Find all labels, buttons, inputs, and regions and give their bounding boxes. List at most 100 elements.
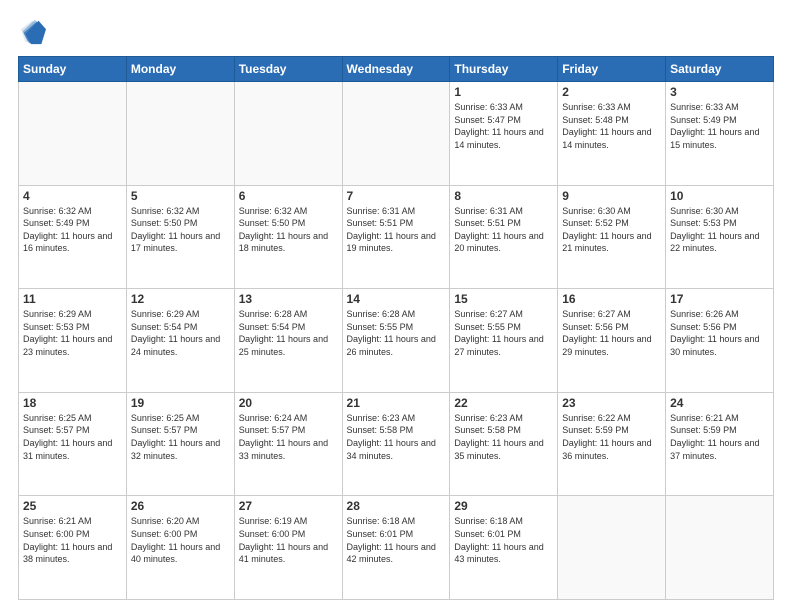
day-info: Sunrise: 6:32 AM Sunset: 5:49 PM Dayligh…	[23, 205, 122, 255]
day-info: Sunrise: 6:32 AM Sunset: 5:50 PM Dayligh…	[131, 205, 230, 255]
calendar-cell: 4 Sunrise: 6:32 AM Sunset: 5:49 PM Daylig…	[19, 185, 127, 289]
page: SundayMondayTuesdayWednesdayThursdayFrid…	[0, 0, 792, 612]
calendar-table: SundayMondayTuesdayWednesdayThursdayFrid…	[18, 56, 774, 600]
day-number: 6	[239, 189, 338, 203]
day-number: 11	[23, 292, 122, 306]
calendar-cell: 13Sunrise: 6:28 AM Sunset: 5:54 PM Dayli…	[234, 289, 342, 393]
header	[18, 18, 774, 46]
day-info: Sunrise: 6:21 AM Sunset: 6:00 PM Dayligh…	[23, 515, 122, 565]
day-number: 9	[562, 189, 661, 203]
calendar-day-header: Sunday	[19, 57, 127, 82]
calendar-week-row: 18Sunrise: 6:25 AM Sunset: 5:57 PM Dayli…	[19, 392, 774, 496]
calendar-cell: 17 Sunrise: 6:26 AM Sunset: 5:56 PM Dayli…	[666, 289, 774, 393]
calendar-cell: 14 Sunrise: 6:28 AM Sunset: 5:55 PM Dayli…	[342, 289, 450, 393]
calendar-cell: 22 Sunrise: 6:23 AM Sunset: 5:58 PM Dayli…	[450, 392, 558, 496]
calendar-day-header: Wednesday	[342, 57, 450, 82]
calendar-day-header: Tuesday	[234, 57, 342, 82]
day-number: 23	[562, 396, 661, 410]
day-number: 5	[131, 189, 230, 203]
day-number: 19	[131, 396, 230, 410]
calendar-week-row: 11 Sunrise: 6:29 AM Sunset: 5:53 PM Dayli…	[19, 289, 774, 393]
day-info: Sunrise: 6:31 AM Sunset: 5:51 PM Dayligh…	[347, 205, 446, 255]
calendar-cell	[126, 82, 234, 186]
calendar-cell: 26 Sunrise: 6:20 AM Sunset: 6:00 PM Dayli…	[126, 496, 234, 600]
calendar-cell: 12 Sunrise: 6:29 AM Sunset: 5:54 PM Dayli…	[126, 289, 234, 393]
calendar-cell: 9 Sunrise: 6:30 AM Sunset: 5:52 PM Daylig…	[558, 185, 666, 289]
calendar-cell: 27 Sunrise: 6:19 AM Sunset: 6:00 PM Dayli…	[234, 496, 342, 600]
day-info: Sunrise: 6:31 AM Sunset: 5:51 PM Dayligh…	[454, 205, 553, 255]
calendar-day-header: Thursday	[450, 57, 558, 82]
day-number: 15	[454, 292, 553, 306]
calendar-cell	[666, 496, 774, 600]
day-info: Sunrise: 6:26 AM Sunset: 5:56 PM Dayligh…	[670, 308, 769, 358]
day-number: 7	[347, 189, 446, 203]
day-number: 16	[562, 292, 661, 306]
day-info: Sunrise: 6:23 AM Sunset: 5:58 PM Dayligh…	[454, 412, 553, 462]
day-number: 29	[454, 499, 553, 513]
day-info: Sunrise: 6:25 AM Sunset: 5:57 PM Dayligh…	[23, 412, 122, 462]
logo	[18, 18, 50, 46]
day-info: Sunrise: 6:22 AM Sunset: 5:59 PM Dayligh…	[562, 412, 661, 462]
day-number: 20	[239, 396, 338, 410]
day-info: Sunrise: 6:18 AM Sunset: 6:01 PM Dayligh…	[454, 515, 553, 565]
calendar-cell: 11 Sunrise: 6:29 AM Sunset: 5:53 PM Dayli…	[19, 289, 127, 393]
calendar-cell: 21 Sunrise: 6:23 AM Sunset: 5:58 PM Dayli…	[342, 392, 450, 496]
calendar-cell: 8 Sunrise: 6:31 AM Sunset: 5:51 PM Daylig…	[450, 185, 558, 289]
day-number: 2	[562, 85, 661, 99]
day-info: Sunrise: 6:21 AM Sunset: 5:59 PM Dayligh…	[670, 412, 769, 462]
day-info: Sunrise: 6:28 AM Sunset: 5:55 PM Dayligh…	[347, 308, 446, 358]
day-info: Sunrise: 6:19 AM Sunset: 6:00 PM Dayligh…	[239, 515, 338, 565]
day-number: 28	[347, 499, 446, 513]
day-info: Sunrise: 6:33 AM Sunset: 5:47 PM Dayligh…	[454, 101, 553, 151]
calendar-cell: 20 Sunrise: 6:24 AM Sunset: 5:57 PM Dayli…	[234, 392, 342, 496]
logo-icon	[18, 18, 46, 46]
calendar-header-row: SundayMondayTuesdayWednesdayThursdayFrid…	[19, 57, 774, 82]
calendar-cell: 24 Sunrise: 6:21 AM Sunset: 5:59 PM Dayli…	[666, 392, 774, 496]
calendar-cell: 5 Sunrise: 6:32 AM Sunset: 5:50 PM Daylig…	[126, 185, 234, 289]
day-number: 25	[23, 499, 122, 513]
calendar-cell	[19, 82, 127, 186]
calendar-cell: 23 Sunrise: 6:22 AM Sunset: 5:59 PM Dayli…	[558, 392, 666, 496]
calendar-cell: 19 Sunrise: 6:25 AM Sunset: 5:57 PM Dayli…	[126, 392, 234, 496]
calendar-cell	[234, 82, 342, 186]
day-info: Sunrise: 6:28 AM Sunset: 5:54 PM Dayligh…	[239, 308, 338, 358]
calendar-cell: 16Sunrise: 6:27 AM Sunset: 5:56 PM Dayli…	[558, 289, 666, 393]
calendar-cell: 6 Sunrise: 6:32 AM Sunset: 5:50 PM Daylig…	[234, 185, 342, 289]
day-number: 3	[670, 85, 769, 99]
day-info: Sunrise: 6:32 AM Sunset: 5:50 PM Dayligh…	[239, 205, 338, 255]
calendar-cell: 2 Sunrise: 6:33 AM Sunset: 5:48 PM Daylig…	[558, 82, 666, 186]
calendar-cell: 25 Sunrise: 6:21 AM Sunset: 6:00 PM Dayli…	[19, 496, 127, 600]
day-info: Sunrise: 6:20 AM Sunset: 6:00 PM Dayligh…	[131, 515, 230, 565]
day-number: 22	[454, 396, 553, 410]
day-number: 12	[131, 292, 230, 306]
calendar-cell: 7 Sunrise: 6:31 AM Sunset: 5:51 PM Daylig…	[342, 185, 450, 289]
calendar-week-row: 4 Sunrise: 6:32 AM Sunset: 5:49 PM Daylig…	[19, 185, 774, 289]
day-info: Sunrise: 6:29 AM Sunset: 5:53 PM Dayligh…	[23, 308, 122, 358]
day-info: Sunrise: 6:30 AM Sunset: 5:52 PM Dayligh…	[562, 205, 661, 255]
day-number: 8	[454, 189, 553, 203]
day-info: Sunrise: 6:33 AM Sunset: 5:48 PM Dayligh…	[562, 101, 661, 151]
calendar-week-row: 25 Sunrise: 6:21 AM Sunset: 6:00 PM Dayli…	[19, 496, 774, 600]
calendar-cell: 3 Sunrise: 6:33 AM Sunset: 5:49 PM Daylig…	[666, 82, 774, 186]
day-number: 26	[131, 499, 230, 513]
day-number: 17	[670, 292, 769, 306]
calendar-cell: 29 Sunrise: 6:18 AM Sunset: 6:01 PM Dayli…	[450, 496, 558, 600]
day-info: Sunrise: 6:29 AM Sunset: 5:54 PM Dayligh…	[131, 308, 230, 358]
calendar-cell	[558, 496, 666, 600]
day-number: 21	[347, 396, 446, 410]
calendar-cell: 18Sunrise: 6:25 AM Sunset: 5:57 PM Dayli…	[19, 392, 127, 496]
calendar-day-header: Saturday	[666, 57, 774, 82]
day-number: 27	[239, 499, 338, 513]
day-info: Sunrise: 6:24 AM Sunset: 5:57 PM Dayligh…	[239, 412, 338, 462]
day-info: Sunrise: 6:25 AM Sunset: 5:57 PM Dayligh…	[131, 412, 230, 462]
day-number: 4	[23, 189, 122, 203]
calendar-cell	[342, 82, 450, 186]
day-number: 14	[347, 292, 446, 306]
day-info: Sunrise: 6:33 AM Sunset: 5:49 PM Dayligh…	[670, 101, 769, 151]
day-info: Sunrise: 6:23 AM Sunset: 5:58 PM Dayligh…	[347, 412, 446, 462]
day-info: Sunrise: 6:30 AM Sunset: 5:53 PM Dayligh…	[670, 205, 769, 255]
day-info: Sunrise: 6:18 AM Sunset: 6:01 PM Dayligh…	[347, 515, 446, 565]
calendar-cell: 1Sunrise: 6:33 AM Sunset: 5:47 PM Daylig…	[450, 82, 558, 186]
day-number: 24	[670, 396, 769, 410]
calendar-cell: 10Sunrise: 6:30 AM Sunset: 5:53 PM Dayli…	[666, 185, 774, 289]
